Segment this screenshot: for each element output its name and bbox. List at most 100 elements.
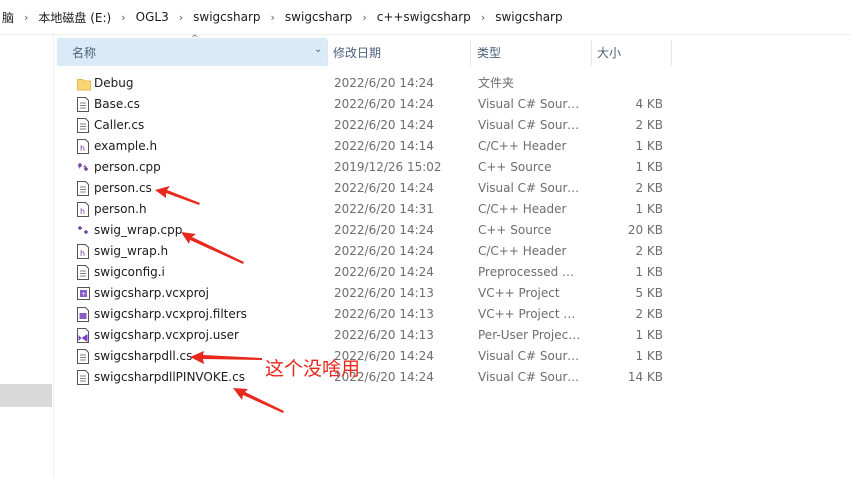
file-name[interactable]: swigcsharpdllPINVOKE.cs: [94, 367, 245, 388]
breadcrumb-item[interactable]: swigcsharp: [191, 10, 262, 24]
column-header-label: 大小: [597, 45, 622, 60]
breadcrumb-item[interactable]: 脑: [0, 9, 16, 26]
chevron-right-icon[interactable]: ›: [121, 11, 125, 24]
file-type: 文件夹: [478, 76, 515, 90]
vs-user-file-icon: [77, 328, 89, 343]
column-header-size[interactable]: 大小: [597, 38, 667, 66]
file-name[interactable]: swigconfig.i: [94, 262, 165, 283]
table-row[interactable]: swigcsharp.vcxproj.user 2022/6/20 14:13 …: [0, 325, 851, 346]
column-header-label: 名称: [72, 45, 97, 60]
file-size: 1 KB: [635, 265, 663, 279]
folder-icon: [77, 76, 91, 91]
text-file-icon: [77, 349, 89, 364]
chevron-right-icon[interactable]: ›: [24, 11, 28, 24]
file-date: 2022/6/20 14:24: [334, 265, 434, 279]
file-date: 2022/6/20 14:14: [334, 139, 434, 153]
column-divider[interactable]: [591, 40, 592, 66]
red-arrow-icon: [233, 388, 284, 413]
file-name[interactable]: Base.cs: [94, 94, 140, 115]
table-row[interactable]: Base.cs 2022/6/20 14:24 Visual C# Source…: [0, 94, 851, 115]
table-row[interactable]: swigconfig.i 2022/6/20 14:24 Preprocesse…: [0, 262, 851, 283]
file-type: C++ Source: [478, 160, 552, 174]
table-row[interactable]: swigcsharpdll.cs 2022/6/20 14:24 Visual …: [0, 346, 851, 367]
file-size: 2 KB: [635, 181, 663, 195]
svg-text:+: +: [81, 291, 86, 298]
file-type: VC++ Project Fil...: [478, 307, 581, 321]
chevron-right-icon[interactable]: ›: [481, 11, 485, 24]
file-name[interactable]: Debug: [94, 73, 133, 94]
file-size: [600, 73, 663, 94]
column-header-date[interactable]: 修改日期: [333, 38, 468, 66]
file-type: Visual C# Source...: [478, 370, 581, 384]
table-row[interactable]: person.cs 2022/6/20 14:24 Visual C# Sour…: [0, 178, 851, 199]
chevron-right-icon[interactable]: ›: [271, 11, 275, 24]
file-name[interactable]: person.cs: [94, 178, 152, 199]
table-row[interactable]: Caller.cs 2022/6/20 14:24 Visual C# Sour…: [0, 115, 851, 136]
file-size: 14 KB: [627, 370, 663, 384]
breadcrumb-item[interactable]: swigcsharp: [283, 10, 354, 24]
column-header-type[interactable]: 类型: [477, 38, 592, 66]
file-date: 2022/6/20 14:24: [334, 118, 434, 132]
column-header-label: 类型: [477, 45, 502, 60]
file-size: 1 KB: [635, 160, 663, 174]
column-divider[interactable]: [327, 40, 328, 66]
file-type: VC++ Project: [478, 286, 560, 300]
file-name[interactable]: Caller.cs: [94, 115, 144, 136]
breadcrumb-item[interactable]: 本地磁盘 (E:): [36, 9, 113, 26]
file-name[interactable]: swigcsharp.vcxproj.user: [94, 325, 239, 346]
header-file-icon: h: [77, 139, 89, 154]
divider: [0, 34, 851, 35]
file-type: Visual C# Source...: [478, 97, 581, 111]
table-row[interactable]: h example.h 2022/6/20 14:14 C/C++ Header…: [0, 136, 851, 157]
table-row[interactable]: Debug 2022/6/20 14:24 文件夹: [0, 73, 851, 94]
file-name[interactable]: person.h: [94, 199, 147, 220]
table-row[interactable]: + swigcsharp.vcxproj 2022/6/20 14:13 VC+…: [0, 283, 851, 304]
file-name[interactable]: swigcsharpdll.cs: [94, 346, 192, 367]
file-date: 2022/6/20 14:13: [334, 328, 434, 342]
file-date: 2022/6/20 14:31: [334, 202, 434, 216]
chevron-right-icon[interactable]: ›: [179, 11, 183, 24]
svg-text:h: h: [80, 207, 85, 216]
table-row[interactable]: swig_wrap.cpp 2022/6/20 14:24 C++ Source…: [0, 220, 851, 241]
chevron-down-icon[interactable]: ⌄: [314, 44, 322, 55]
column-header-label: 修改日期: [333, 45, 382, 60]
file-size: 2 KB: [635, 118, 663, 132]
file-name[interactable]: swig_wrap.cpp: [94, 220, 182, 241]
text-file-icon: [77, 118, 89, 133]
file-name[interactable]: swig_wrap.h: [94, 241, 168, 262]
file-type: Preprocessed C/...: [478, 265, 581, 279]
breadcrumb-item[interactable]: c++swigcsharp: [375, 10, 473, 24]
file-name[interactable]: swigcsharp.vcxproj.filters: [94, 304, 247, 325]
column-divider[interactable]: [671, 40, 672, 66]
file-name[interactable]: example.h: [94, 136, 157, 157]
file-type: Visual C# Source...: [478, 181, 581, 195]
file-size: 1 KB: [635, 349, 663, 363]
svg-text:h: h: [80, 144, 85, 153]
table-row[interactable]: swigcsharp.vcxproj.filters 2022/6/20 14:…: [0, 304, 851, 325]
address-bar[interactable]: 脑 › 本地磁盘 (E:) › OGL3 › swigcsharp › swig…: [0, 0, 851, 34]
table-row[interactable]: h person.h 2022/6/20 14:31 C/C++ Header …: [0, 199, 851, 220]
breadcrumb-item[interactable]: OGL3: [134, 10, 171, 24]
chevron-right-icon[interactable]: ›: [362, 11, 366, 24]
file-name[interactable]: swigcsharp.vcxproj: [94, 283, 209, 304]
table-row[interactable]: h swig_wrap.h 2022/6/20 14:24 C/C++ Head…: [0, 241, 851, 262]
file-date: 2022/6/20 14:13: [334, 286, 434, 300]
table-row[interactable]: swigcsharpdllPINVOKE.cs 2022/6/20 14:24 …: [0, 367, 851, 388]
file-type: C/C++ Header: [478, 244, 567, 258]
file-size: 1 KB: [635, 139, 663, 153]
column-divider[interactable]: [470, 40, 471, 66]
cpp-file-icon: ⁺⁺: [77, 160, 89, 175]
file-size: 2 KB: [635, 244, 663, 258]
header-file-icon: h: [77, 202, 89, 217]
file-date: 2022/6/20 14:24: [334, 97, 434, 111]
breadcrumb-item[interactable]: swigcsharp: [493, 10, 564, 24]
file-name[interactable]: person.cpp: [94, 157, 161, 178]
svg-text:h: h: [80, 249, 85, 258]
file-type: C++ Source: [478, 223, 552, 237]
file-date: 2022/6/20 14:24: [334, 76, 434, 90]
vcxproj-icon: +: [77, 286, 90, 301]
column-header-name[interactable]: 名称: [57, 38, 327, 66]
file-date: 2022/6/20 14:24: [334, 181, 434, 195]
file-size: 20 KB: [627, 223, 663, 237]
table-row[interactable]: ⁺⁺ person.cpp 2019/12/26 15:02 C++ Sourc…: [0, 157, 851, 178]
